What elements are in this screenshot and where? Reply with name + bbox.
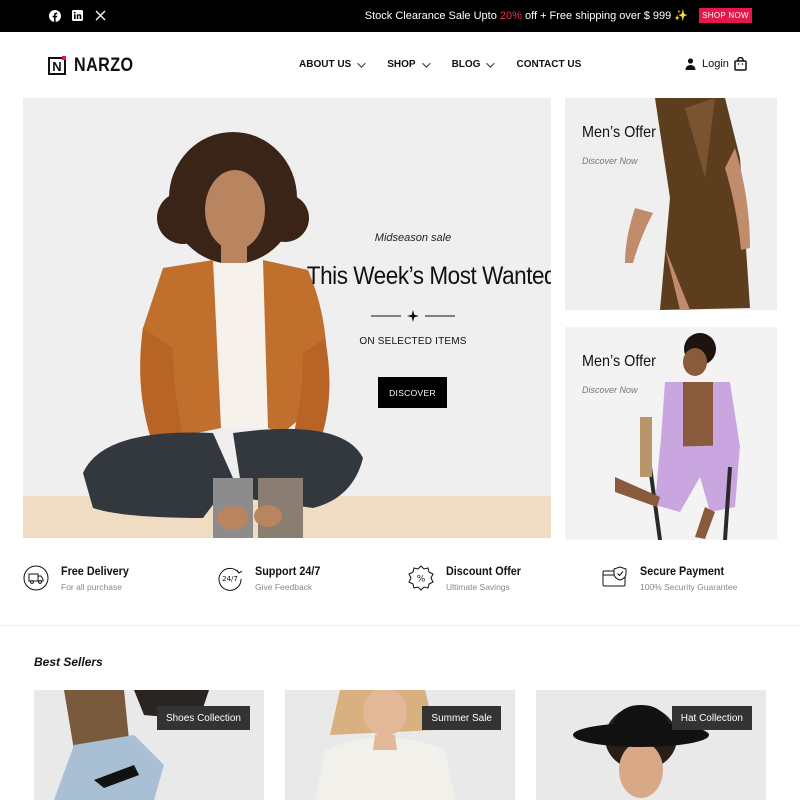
chevron-down-icon bbox=[486, 58, 496, 68]
hero-kicker: Midseason sale bbox=[374, 232, 452, 244]
svg-text:24/7: 24/7 bbox=[222, 575, 238, 583]
hero-model-image bbox=[83, 132, 363, 538]
mens-offer-banner-2[interactable]: Men’s Offer Discover Now bbox=[565, 327, 777, 540]
feature-free-delivery: Free Delivery For all purchase bbox=[23, 564, 136, 592]
support-24-7-icon: 24/7 bbox=[218, 567, 243, 591]
shopping-bag-icon bbox=[734, 56, 747, 71]
card-tag: Shoes Collection bbox=[156, 706, 250, 730]
nav-item-blog[interactable]: BLOG bbox=[452, 58, 496, 70]
hero-subtitle: ON SELECTED ITEMS bbox=[359, 336, 467, 347]
login-link[interactable]: Login bbox=[685, 58, 729, 70]
feature-discount: % Discount Offer Ultimate Savings bbox=[408, 564, 529, 592]
x-icon[interactable] bbox=[94, 9, 107, 22]
banner-link[interactable]: Discover Now bbox=[582, 385, 638, 395]
nav-item-about-us[interactable]: ABOUT US bbox=[299, 58, 366, 70]
promo-text: Stock Clearance Sale Upto 20% off + Free… bbox=[364, 10, 688, 22]
hero-title: This Week’s Most Wanted bbox=[306, 262, 551, 290]
collection-card-hat[interactable]: Hat Collection bbox=[536, 690, 766, 800]
secure-payment-icon bbox=[602, 566, 627, 587]
logo-text: NARZO bbox=[74, 55, 134, 76]
social-links bbox=[48, 9, 107, 22]
section-divider bbox=[0, 625, 800, 626]
feature-support: 24/7 Support 24/7 Give Feedback bbox=[217, 564, 328, 592]
nav-item-shop[interactable]: SHOP bbox=[387, 58, 431, 70]
nav-item-contact-us[interactable]: CONTACT US bbox=[516, 59, 581, 70]
card-tag: Summer Sale bbox=[422, 706, 501, 730]
main-nav: ABOUT US SHOP BLOG CONTACT US bbox=[299, 58, 581, 70]
site-header: N NARZO ABOUT US SHOP BLOG CONTACT US Lo… bbox=[0, 32, 800, 98]
chevron-down-icon bbox=[421, 58, 431, 68]
linkedin-icon[interactable] bbox=[71, 9, 84, 22]
mens-offer-banner-1[interactable]: Men’s Offer Discover Now bbox=[565, 98, 777, 310]
user-icon bbox=[685, 58, 696, 70]
banner-title: Men’s Offer bbox=[582, 124, 656, 141]
collection-card-summer[interactable]: Summer Sale bbox=[285, 690, 515, 800]
svg-text:%: % bbox=[417, 575, 426, 585]
logo-mark: N bbox=[48, 56, 66, 75]
collection-card-shoes[interactable]: Shoes Collection bbox=[34, 690, 264, 800]
announcement-bar: Stock Clearance Sale Upto 20% off + Free… bbox=[0, 0, 800, 32]
facebook-icon[interactable] bbox=[48, 9, 61, 22]
chevron-down-icon bbox=[357, 58, 366, 68]
star-divider-icon bbox=[371, 310, 455, 322]
promo-percent: 20% bbox=[499, 10, 522, 22]
cart-button[interactable] bbox=[734, 56, 747, 76]
section-title: Best Sellers bbox=[34, 655, 103, 669]
features-row: Free Delivery For all purchase 24/7 Suppo… bbox=[0, 560, 800, 605]
discover-button[interactable]: DISCOVER bbox=[378, 377, 447, 408]
hero-banner: Midseason sale This Week’s Most Wanted O… bbox=[23, 98, 551, 538]
shop-now-button[interactable]: SHOP NOW bbox=[699, 8, 752, 23]
banner-title: Men’s Offer bbox=[582, 353, 656, 370]
discount-badge-icon: % bbox=[408, 565, 434, 591]
banner-link[interactable]: Discover Now bbox=[582, 156, 638, 166]
card-tag: Hat Collection bbox=[671, 706, 752, 730]
delivery-truck-icon bbox=[23, 565, 49, 591]
feature-secure-payment: Secure Payment 100% Security Guarantee bbox=[602, 564, 737, 592]
logo[interactable]: N NARZO bbox=[48, 55, 144, 77]
